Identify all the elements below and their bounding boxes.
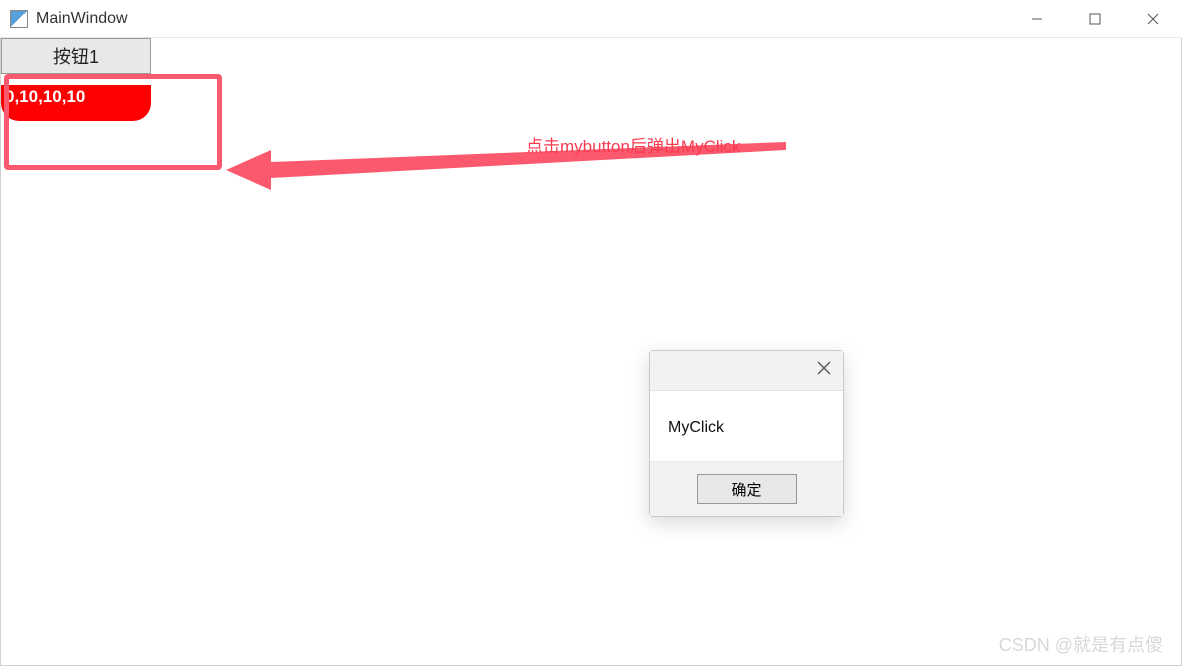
maximize-button[interactable] [1066, 0, 1124, 38]
button-1-label: 按钮1 [53, 43, 99, 69]
client-area: 按钮1 0,10,10,10 点击mybutton后弹出MyClick MyCl… [0, 38, 1182, 666]
message-dialog: MyClick 确定 [649, 350, 844, 517]
dialog-message: MyClick [650, 391, 843, 461]
annotation-highlight-box [4, 74, 222, 170]
dialog-ok-button[interactable]: 确定 [697, 474, 797, 504]
dialog-titlebar [650, 351, 843, 391]
app-icon [10, 10, 28, 28]
minimize-icon [1030, 12, 1044, 26]
dialog-close-button[interactable] [817, 361, 831, 380]
button-1[interactable]: 按钮1 [1, 38, 151, 74]
close-button[interactable] [1124, 0, 1182, 38]
watermark: CSDN @就是有点傻 [999, 631, 1163, 657]
close-icon [817, 361, 831, 375]
annotation-text: 点击mybutton后弹出MyClick [526, 132, 740, 157]
minimize-button[interactable] [1008, 0, 1066, 38]
dialog-ok-label: 确定 [731, 479, 761, 500]
maximize-icon [1088, 12, 1102, 26]
close-icon [1146, 12, 1160, 26]
window-title: MainWindow [36, 10, 128, 28]
window-controls [1008, 0, 1182, 38]
window-titlebar: MainWindow [0, 0, 1182, 38]
dialog-footer: 确定 [650, 461, 843, 516]
